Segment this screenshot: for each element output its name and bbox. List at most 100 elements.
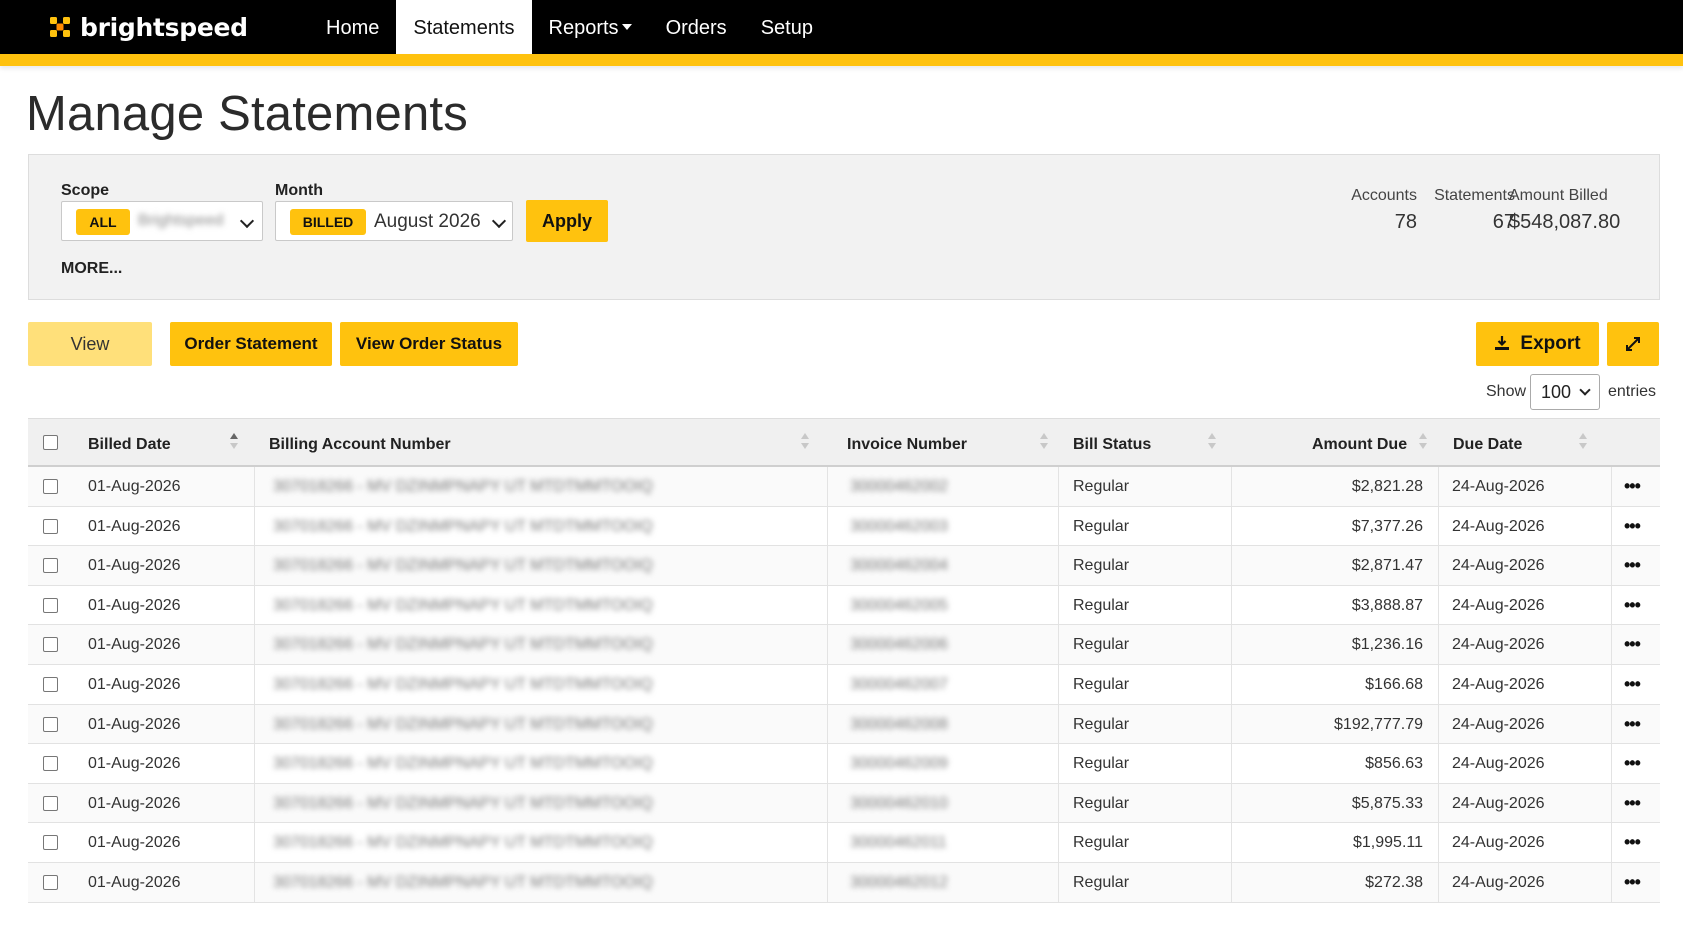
page-size-select[interactable]: 100 <box>1530 374 1600 410</box>
cell-invoice-number[interactable]: 30000462007 <box>850 676 948 694</box>
view-order-status-button[interactable]: View Order Status <box>340 322 518 366</box>
accent-bar <box>0 54 1683 66</box>
table-row[interactable]: 01-Aug-2026 307018266 - MV DZINMPNAPY UT … <box>28 506 1660 547</box>
row-actions-menu-icon[interactable]: ••• <box>1624 832 1641 853</box>
select-all-checkbox[interactable] <box>43 435 58 450</box>
table-row[interactable]: 01-Aug-2026 307018266 - MV DZINMPNAPY UT … <box>28 546 1660 586</box>
row-checkbox[interactable] <box>43 518 58 534</box>
cell-billing-account[interactable]: 307018266 - MV DZINMPNAPY UT MTDTMMTOOIQ <box>273 755 653 773</box>
row-checkbox[interactable] <box>43 479 58 494</box>
sort-icon[interactable] <box>801 433 809 451</box>
cell-bill-status: Regular <box>1073 873 1130 891</box>
cell-billing-account[interactable]: 307018266 - MV DZINMPNAPY UT MTDTMMTOOIQ <box>273 716 653 734</box>
row-actions-menu-icon[interactable]: ••• <box>1624 516 1641 537</box>
table-row[interactable]: 01-Aug-2026 307018266 - MV DZINMPNAPY UT … <box>28 823 1660 863</box>
row-checkbox[interactable] <box>43 835 58 851</box>
cell-billing-account[interactable]: 307018266 - MV DZINMPNAPY UT MTDTMMTOOIQ <box>273 597 653 615</box>
col-amount-due[interactable]: Amount Due <box>1312 436 1407 454</box>
sort-icon[interactable] <box>230 433 238 451</box>
cell-billing-account[interactable]: 307018266 - MV DZINMPNAPY UT MTDTMMTOOIQ <box>273 834 653 852</box>
col-billing-account-number[interactable]: Billing Account Number <box>269 436 451 454</box>
cell-billing-account[interactable]: 307018266 - MV DZINMPNAPY UT MTDTMMTOOIQ <box>273 795 653 813</box>
row-actions-menu-icon[interactable]: ••• <box>1624 634 1641 655</box>
table-row[interactable]: 01-Aug-2026 307018266 - MV DZINMPNAPY UT … <box>28 625 1660 665</box>
expand-button[interactable] <box>1607 322 1659 366</box>
row-actions-menu-icon[interactable]: ••• <box>1624 753 1641 774</box>
sort-icon[interactable] <box>1579 433 1587 451</box>
nav-orders[interactable]: Orders <box>649 0 744 54</box>
cell-invoice-number[interactable]: 30000462012 <box>850 874 948 892</box>
cell-invoice-number[interactable]: 30000462005 <box>850 597 948 615</box>
view-button[interactable]: View <box>28 322 152 366</box>
row-actions-menu-icon[interactable]: ••• <box>1624 674 1641 695</box>
brand-logo[interactable]: brightspeed <box>48 10 248 44</box>
filter-panel: Scope ALL Brightspeed Month BILLED Augus… <box>28 154 1660 300</box>
cell-invoice-number[interactable]: 30000462010 <box>850 795 948 813</box>
col-due-date[interactable]: Due Date <box>1453 436 1522 454</box>
month-select[interactable]: BILLED August 2026 <box>275 201 513 241</box>
cell-amount-due: $1,995.11 <box>1353 834 1423 852</box>
cell-billing-account[interactable]: 307018266 - MV DZINMPNAPY UT MTDTMMTOOIQ <box>273 874 653 892</box>
order-statement-button[interactable]: Order Statement <box>170 322 332 366</box>
table-row[interactable]: 01-Aug-2026 307018266 - MV DZINMPNAPY UT … <box>28 467 1660 507</box>
cell-invoice-number[interactable]: 30000462004 <box>850 557 948 575</box>
sort-icon[interactable] <box>1208 433 1216 451</box>
col-billed-date[interactable]: Billed Date <box>88 436 171 454</box>
row-actions-menu-icon[interactable]: ••• <box>1624 595 1641 616</box>
nav-home[interactable]: Home <box>309 0 396 54</box>
row-checkbox[interactable] <box>43 597 58 613</box>
row-checkbox[interactable] <box>43 874 58 890</box>
row-actions-menu-icon[interactable]: ••• <box>1624 714 1641 735</box>
row-checkbox[interactable] <box>43 558 58 574</box>
cell-billing-account[interactable]: 307018266 - MV DZINMPNAPY UT MTDTMMTOOIQ <box>273 518 653 536</box>
row-checkbox[interactable] <box>43 716 58 732</box>
show-label: Show <box>1486 383 1527 400</box>
more-filters-link[interactable]: MORE... <box>61 260 122 278</box>
table-row[interactable]: 01-Aug-2026 307018266 - MV DZINMPNAPY UT … <box>28 744 1660 784</box>
col-bill-status[interactable]: Bill Status <box>1073 436 1151 454</box>
table-row[interactable]: 01-Aug-2026 307018266 - MV DZINMPNAPY UT … <box>28 862 1660 903</box>
cell-invoice-number[interactable]: 30000462011 <box>850 834 947 852</box>
row-checkbox[interactable] <box>43 637 58 653</box>
cell-invoice-number[interactable]: 30000462002 <box>850 478 948 496</box>
cell-billed-date: 01-Aug-2026 <box>88 873 181 891</box>
scope-select[interactable]: ALL Brightspeed <box>61 201 263 241</box>
cell-billing-account[interactable]: 307018266 - MV DZINMPNAPY UT MTDTMMTOOIQ <box>273 478 653 496</box>
cell-amount-due: $2,871.47 <box>1351 557 1423 575</box>
row-checkbox[interactable] <box>43 795 58 811</box>
column-divider <box>827 585 828 625</box>
column-divider <box>1058 546 1059 585</box>
cell-invoice-number[interactable]: 30000462008 <box>850 716 948 734</box>
cell-billing-account[interactable]: 307018266 - MV DZINMPNAPY UT MTDTMMTOOIQ <box>273 636 653 654</box>
table-row[interactable]: 01-Aug-2026 307018266 - MV DZINMPNAPY UT … <box>28 704 1660 745</box>
row-actions-menu-icon[interactable]: ••• <box>1624 872 1641 893</box>
cell-billed-date: 01-Aug-2026 <box>88 834 181 852</box>
sort-icon[interactable] <box>1040 433 1048 451</box>
row-checkbox[interactable] <box>43 676 58 692</box>
apply-button[interactable]: Apply <box>526 200 608 242</box>
nav-reports[interactable]: Reports <box>532 0 649 54</box>
col-invoice-number[interactable]: Invoice Number <box>847 436 967 454</box>
cell-invoice-number[interactable]: 30000462006 <box>850 636 948 654</box>
column-divider <box>1058 625 1059 664</box>
table-row[interactable]: 01-Aug-2026 307018266 - MV DZINMPNAPY UT … <box>28 783 1660 824</box>
export-button[interactable]: Export <box>1476 322 1599 366</box>
column-divider <box>1438 704 1439 744</box>
nav-setup[interactable]: Setup <box>744 0 830 54</box>
cell-billed-date: 01-Aug-2026 <box>88 675 181 693</box>
sort-icon[interactable] <box>1419 433 1427 451</box>
row-actions-menu-icon[interactable]: ••• <box>1624 555 1641 576</box>
table-row[interactable]: 01-Aug-2026 307018266 - MV DZINMPNAPY UT … <box>28 664 1660 705</box>
row-checkbox[interactable] <box>43 756 58 772</box>
cell-billing-account[interactable]: 307018266 - MV DZINMPNAPY UT MTDTMMTOOIQ <box>273 557 653 575</box>
column-divider <box>1611 744 1612 783</box>
cell-invoice-number[interactable]: 30000462009 <box>850 755 948 773</box>
row-actions-menu-icon[interactable]: ••• <box>1624 793 1641 814</box>
nav-setup-label: Setup <box>760 17 813 39</box>
cell-bill-status: Regular <box>1073 834 1130 852</box>
cell-invoice-number[interactable]: 30000462003 <box>850 518 948 536</box>
nav-statements[interactable]: Statements <box>396 0 532 54</box>
row-actions-menu-icon[interactable]: ••• <box>1624 476 1641 497</box>
table-row[interactable]: 01-Aug-2026 307018266 - MV DZINMPNAPY UT … <box>28 585 1660 626</box>
cell-billing-account[interactable]: 307018266 - MV DZINMPNAPY UT MTDTMMTOOIQ <box>273 676 653 694</box>
